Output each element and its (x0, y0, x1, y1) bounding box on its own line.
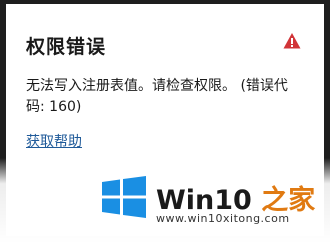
screenshot-stage: 权限错误 无法写入注册表值。请检查权限。 (错误代码: 160) 获取帮助 Wi… (0, 0, 330, 243)
watermark-url: www.win10xitong.com (156, 212, 290, 225)
warning-triangle-icon (283, 33, 301, 49)
get-help-link[interactable]: 获取帮助 (26, 131, 82, 151)
error-message: 无法写入注册表值。请检查权限。 (错误代码: 160) (26, 78, 288, 115)
windows-logo-icon (102, 176, 146, 218)
dialog-title: 权限错误 (26, 36, 107, 58)
